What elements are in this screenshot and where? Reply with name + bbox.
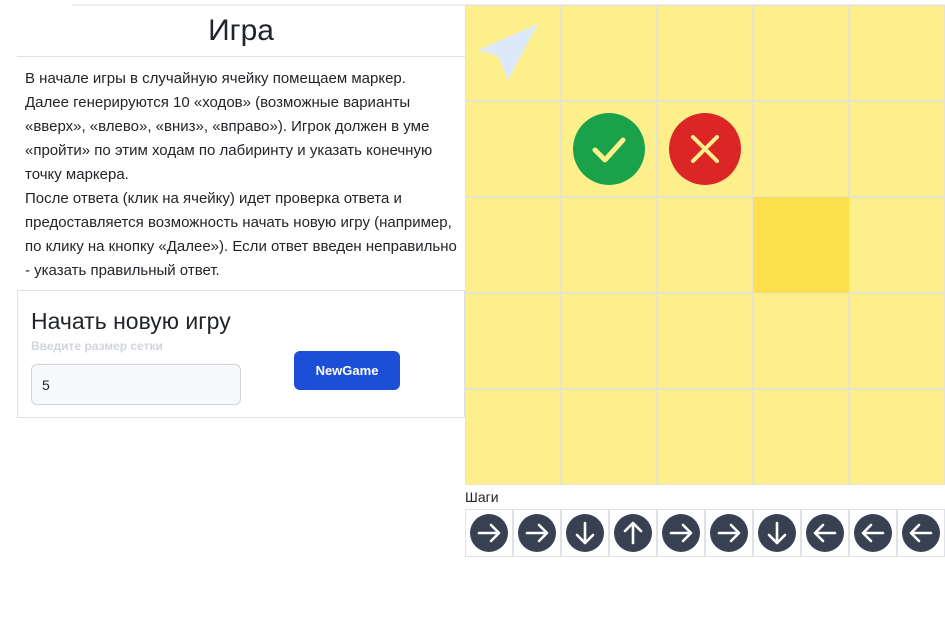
arrow-right-icon	[710, 514, 748, 552]
grid-cell[interactable]	[849, 5, 945, 101]
arrow-left-icon	[806, 514, 844, 552]
grid-cell[interactable]	[753, 293, 849, 389]
grid-cell[interactable]	[465, 5, 561, 101]
steps-list	[465, 509, 945, 557]
step-item	[849, 509, 897, 557]
arrow-left-icon	[902, 514, 940, 552]
page-title: Игра	[17, 6, 465, 57]
arrow-up-icon	[614, 514, 652, 552]
wrong-cross-icon	[669, 113, 741, 185]
grid-cell[interactable]	[849, 389, 945, 485]
step-item	[801, 509, 849, 557]
grid-cell[interactable]	[753, 101, 849, 197]
cursor-pointer-icon	[478, 24, 538, 80]
grid-cell[interactable]	[561, 197, 657, 293]
new-game-card: Начать новую игру Введите размер сетки N…	[17, 290, 465, 418]
description-paragraph: Далее генерируются 10 «ходов» (возможные…	[25, 94, 433, 183]
grid-cell[interactable]	[561, 101, 657, 197]
grid-cell[interactable]	[465, 197, 561, 293]
arrow-right-icon	[518, 514, 556, 552]
grid-cell[interactable]	[849, 197, 945, 293]
step-item	[657, 509, 705, 557]
step-item	[897, 509, 945, 557]
grid-cell-marker[interactable]	[753, 197, 849, 293]
grid-cell[interactable]	[561, 293, 657, 389]
grid-cell[interactable]	[465, 101, 561, 197]
new-game-button[interactable]: NewGame	[294, 351, 400, 390]
grid-cell[interactable]	[753, 389, 849, 485]
grid-size-hint: Введите размер сетки	[31, 339, 163, 353]
steps-label: Шаги	[465, 489, 499, 505]
grid-cell[interactable]	[753, 5, 849, 101]
grid-cell[interactable]	[465, 389, 561, 485]
grid-cell[interactable]	[657, 293, 753, 389]
step-item	[609, 509, 657, 557]
step-item	[513, 509, 561, 557]
arrow-right-icon	[662, 514, 700, 552]
grid-cell[interactable]	[465, 293, 561, 389]
grid-cell[interactable]	[657, 389, 753, 485]
arrow-down-icon	[566, 514, 604, 552]
grid-size-input[interactable]	[31, 364, 241, 405]
description-paragraph: После ответа (клик на ячейку) идет прове…	[25, 190, 457, 279]
arrow-left-icon	[854, 514, 892, 552]
grid-cell[interactable]	[657, 197, 753, 293]
grid-cell[interactable]	[849, 101, 945, 197]
step-item	[465, 509, 513, 557]
arrow-down-icon	[758, 514, 796, 552]
grid-cell[interactable]	[657, 101, 753, 197]
grid-cell[interactable]	[849, 293, 945, 389]
grid-cell[interactable]	[561, 389, 657, 485]
arrow-right-icon	[470, 514, 508, 552]
game-description: В начале игры в случайную ячейку помещае…	[25, 67, 457, 283]
description-paragraph: В начале игры в случайную ячейку помещае…	[25, 70, 406, 87]
grid-cell[interactable]	[657, 5, 753, 101]
step-item	[753, 509, 801, 557]
new-game-title: Начать новую игру	[31, 308, 231, 334]
grid-cell[interactable]	[561, 5, 657, 101]
correct-check-icon	[573, 113, 645, 185]
step-item	[561, 509, 609, 557]
game-grid	[465, 5, 945, 485]
step-item	[705, 509, 753, 557]
